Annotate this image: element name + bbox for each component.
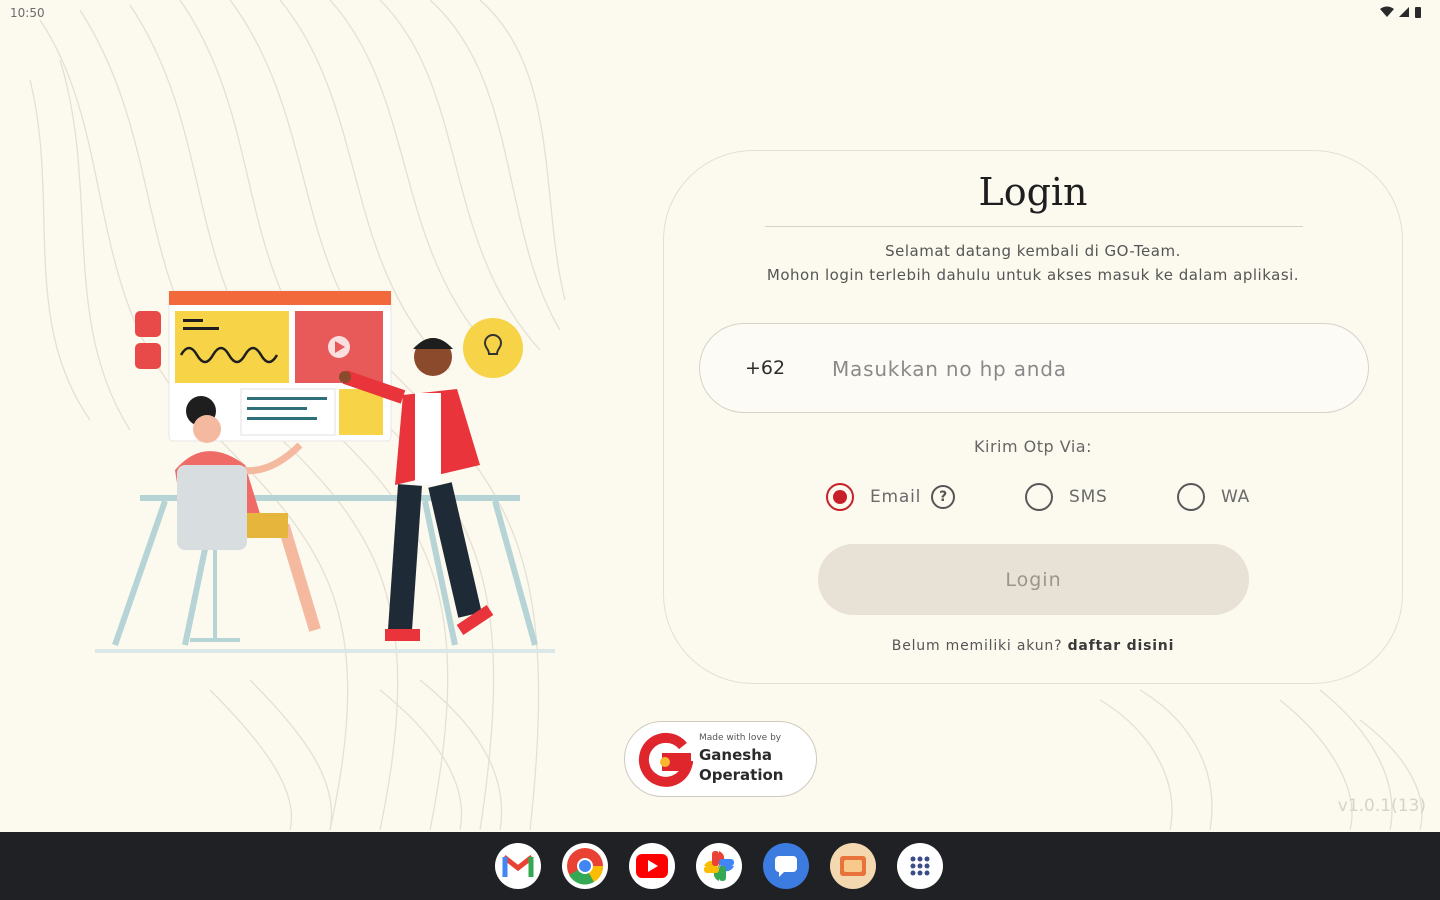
badge-name-line-1: Ganesha	[699, 746, 773, 764]
otp-option-wa[interactable]: WA	[1177, 480, 1250, 514]
badge-company-name: Ganesha Operation	[699, 745, 783, 785]
welcome-text-line-2: Mohon login terlebih dahulu untuk akses …	[766, 266, 1300, 284]
register-prompt-text: Belum memiliki akun?	[891, 638, 1063, 654]
radio-selected-dot	[833, 490, 847, 504]
messages-icon[interactable]	[763, 843, 809, 889]
gmail-icon[interactable]	[495, 843, 541, 889]
otp-option-email[interactable]: Email ?	[826, 480, 956, 514]
help-icon[interactable]: ?	[931, 485, 956, 509]
photos-icon[interactable]	[696, 843, 742, 889]
phone-field[interactable]: +62	[699, 323, 1369, 413]
phone-input[interactable]	[830, 344, 1334, 394]
radio-email[interactable]	[826, 483, 854, 511]
register-link[interactable]: daftar disini	[1068, 638, 1175, 654]
made-by-badge: Made with love by Ganesha Operation	[624, 721, 817, 797]
title-divider	[765, 226, 1303, 227]
otp-option-sms[interactable]: SMS	[1025, 480, 1108, 514]
app-icon[interactable]	[830, 843, 876, 889]
app-version: v1.0.1(13)	[1337, 796, 1426, 816]
otp-option-label: Email	[870, 487, 922, 507]
country-code-prefix: +62	[745, 357, 786, 379]
teamwork-illustration	[95, 290, 555, 653]
badge-tagline: Made with love by	[699, 733, 782, 743]
taskbar	[0, 832, 1440, 900]
login-button[interactable]: Login	[818, 544, 1249, 615]
register-prompt: Belum memiliki akun? daftar disini	[663, 638, 1403, 654]
chrome-icon[interactable]	[562, 843, 608, 889]
ganesha-logo-icon	[638, 732, 693, 787]
otp-label: Kirim Otp Via:	[974, 437, 1092, 456]
otp-option-label: WA	[1221, 487, 1251, 507]
otp-option-label: SMS	[1069, 487, 1108, 507]
badge-name-line-2: Operation	[699, 766, 784, 784]
youtube-icon[interactable]	[629, 843, 675, 889]
radio-wa[interactable]	[1177, 483, 1205, 511]
login-title: Login	[978, 170, 1088, 214]
welcome-text-line-1: Selamat datang kembali di GO-Team.	[885, 242, 1181, 260]
app-dock	[495, 843, 943, 889]
app-launcher-icon[interactable]	[897, 843, 943, 889]
radio-sms[interactable]	[1025, 483, 1053, 511]
